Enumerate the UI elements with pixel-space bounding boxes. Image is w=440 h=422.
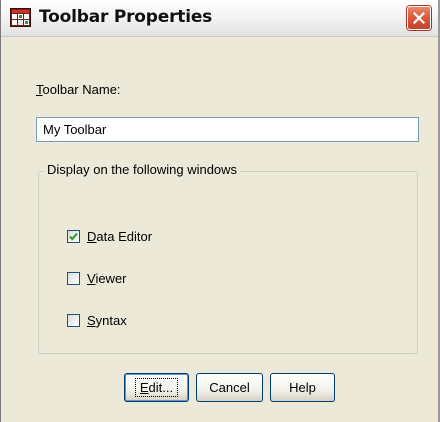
viewer-option[interactable]: Viewer [67,269,127,287]
close-button[interactable] [407,6,431,30]
data-editor-checkbox[interactable] [67,229,80,243]
syntax-label: Syntax [87,313,127,328]
data-editor-mnemonic: D [87,228,97,244]
viewer-label: Viewer [87,271,127,286]
cancel-button[interactable]: Cancel [196,373,263,402]
data-editor-label: Data Editor [87,229,152,244]
help-button[interactable]: Help [270,373,335,402]
toolbar-name-input[interactable] [36,117,419,142]
syntax-mnemonic: S [87,312,96,328]
data-editor-option[interactable]: Data Editor [67,227,152,245]
viewer-checkbox[interactable] [67,271,80,285]
title-bar[interactable]: Toolbar Properties [1,0,438,37]
toolbar-properties-dialog: Toolbar Properties Toolbar Name: Display… [0,0,440,422]
edit-mnemonic: E [139,380,149,395]
toolbar-name-label-rest: oolbar Name: [42,82,121,97]
syntax-label-rest: yntax [95,312,127,328]
data-editor-label-rest: ata Editor [96,228,153,244]
display-windows-legend: Display on the following windows [44,162,241,177]
edit-label-rest: dit... [148,380,174,395]
edit-focus-rect: Edit... [134,378,179,397]
dialog-title: Toolbar Properties [39,7,213,27]
viewer-label-rest: iewer [95,270,127,286]
checkmark-icon [69,232,78,241]
toolbar-name-label: Toolbar Name: [36,82,121,97]
edit-button[interactable]: Edit... [124,373,189,402]
close-icon [413,12,425,24]
syntax-option[interactable]: Syntax [67,311,127,329]
syntax-checkbox[interactable] [67,313,80,327]
toolbar-grid-icon [10,8,31,27]
